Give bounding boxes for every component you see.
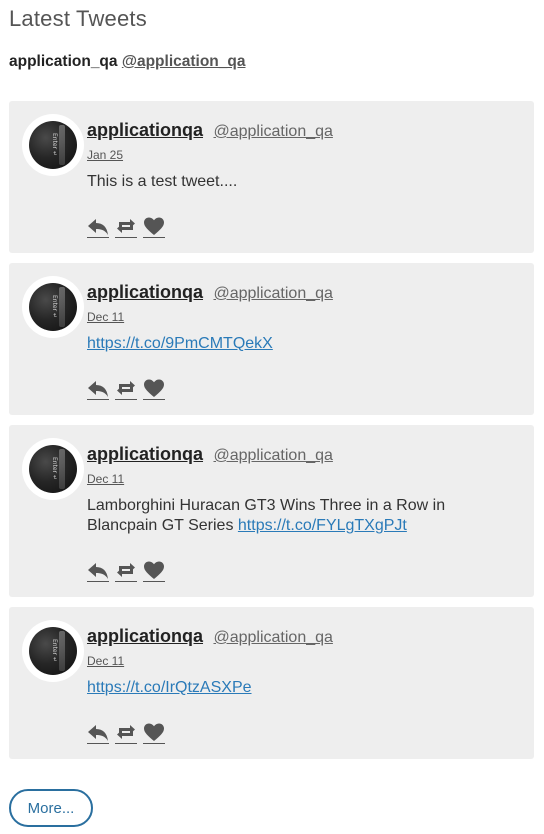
tweet-card: Enter ↵ applicationqa @application_qa Ja… (9, 101, 534, 253)
author-name-link[interactable]: applicationqa (87, 120, 203, 140)
author-handle-link[interactable]: @application_qa (213, 447, 332, 464)
tweet-actions (87, 721, 165, 744)
tweet-text: https://t.co/IrQtzASXPe (87, 678, 507, 698)
author-handle-link[interactable]: @application_qa (213, 629, 332, 646)
author-name-link[interactable]: applicationqa (87, 626, 203, 646)
avatar-image: Enter ↵ (29, 445, 77, 493)
more-button[interactable]: More... (9, 789, 93, 827)
retweet-icon[interactable] (115, 215, 137, 238)
tweet-date-link[interactable]: Dec 11 (87, 310, 124, 324)
account-line: application_qa @application_qa (9, 53, 245, 71)
avatar-image: Enter ↵ (29, 627, 77, 675)
like-icon[interactable] (143, 215, 165, 238)
widget-title: Latest Tweets (9, 6, 147, 31)
tweet-card: Enter ↵ applicationqa @application_qa De… (9, 607, 534, 759)
tweet-card: Enter ↵ applicationqa @application_qa De… (9, 425, 534, 597)
reply-icon[interactable] (87, 721, 109, 744)
tweet-link[interactable]: https://t.co/FYLgTXgPJt (238, 517, 407, 534)
retweet-icon[interactable] (115, 721, 137, 744)
author-line: applicationqa @application_qa (87, 282, 333, 303)
tweet-date-link[interactable]: Dec 11 (87, 654, 124, 668)
author-name-link[interactable]: applicationqa (87, 282, 203, 302)
retweet-icon[interactable] (115, 559, 137, 582)
author-name-link[interactable]: applicationqa (87, 444, 203, 464)
avatar[interactable]: Enter ↵ (22, 114, 84, 176)
tweet-actions (87, 215, 165, 238)
tweet-actions (87, 559, 165, 582)
tweet-body: This is a test tweet.... (87, 173, 238, 190)
reply-icon[interactable] (87, 377, 109, 400)
retweet-icon[interactable] (115, 377, 137, 400)
tweet-link[interactable]: https://t.co/IrQtzASXPe (87, 679, 252, 696)
tweet-actions (87, 377, 165, 400)
like-icon[interactable] (143, 559, 165, 582)
author-line: applicationqa @application_qa (87, 120, 333, 141)
tweet-card: Enter ↵ applicationqa @application_qa De… (9, 263, 534, 415)
avatar-image: Enter ↵ (29, 283, 77, 331)
reply-icon[interactable] (87, 215, 109, 238)
author-line: applicationqa @application_qa (87, 444, 333, 465)
tweet-date-link[interactable]: Jan 25 (87, 148, 123, 162)
tweet-text: This is a test tweet.... (87, 172, 507, 192)
avatar[interactable]: Enter ↵ (22, 620, 84, 682)
like-icon[interactable] (143, 377, 165, 400)
tweet-text: https://t.co/9PmCMTQekX (87, 334, 507, 354)
avatar-image: Enter ↵ (29, 121, 77, 169)
reply-icon[interactable] (87, 559, 109, 582)
account-handle-link[interactable]: @application_qa (122, 53, 246, 70)
like-icon[interactable] (143, 721, 165, 744)
tweet-date-link[interactable]: Dec 11 (87, 472, 124, 486)
author-handle-link[interactable]: @application_qa (213, 285, 332, 302)
author-handle-link[interactable]: @application_qa (213, 123, 332, 140)
account-name: application_qa (9, 53, 118, 70)
latest-tweets-widget: Latest Tweets application_qa @applicatio… (0, 0, 544, 834)
author-line: applicationqa @application_qa (87, 626, 333, 647)
avatar[interactable]: Enter ↵ (22, 438, 84, 500)
tweet-text: Lamborghini Huracan GT3 Wins Three in a … (87, 496, 507, 536)
tweet-link[interactable]: https://t.co/9PmCMTQekX (87, 335, 273, 352)
avatar[interactable]: Enter ↵ (22, 276, 84, 338)
